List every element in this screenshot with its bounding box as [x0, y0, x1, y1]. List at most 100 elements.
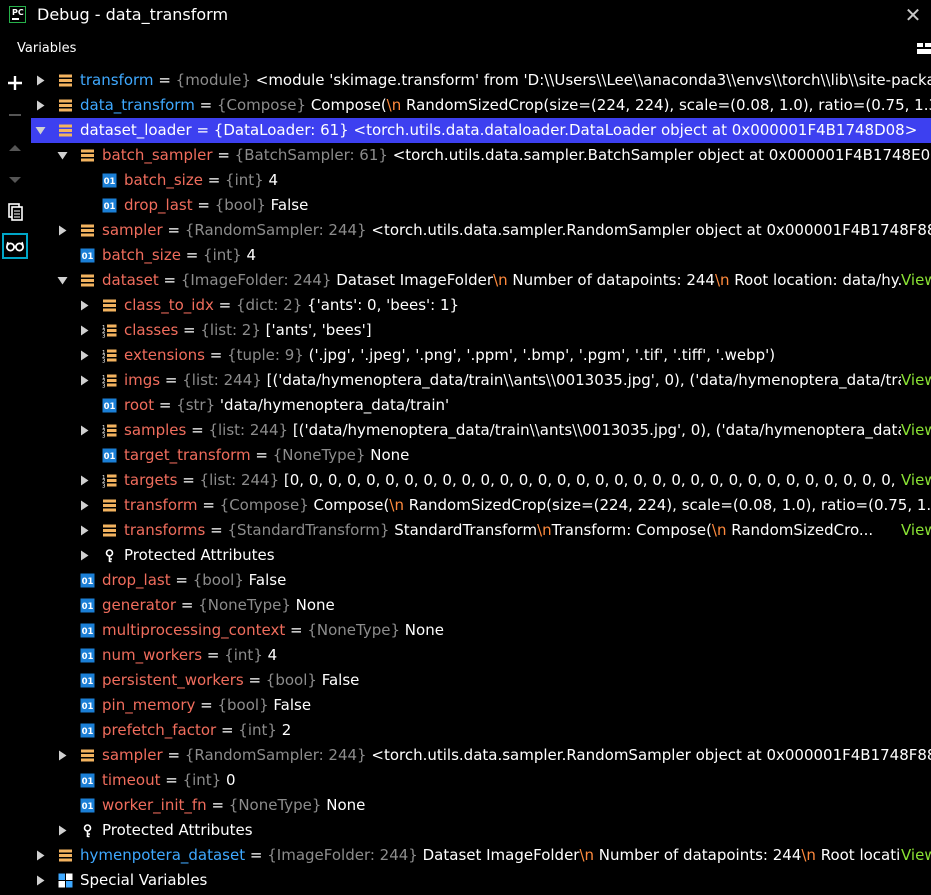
- tree-row[interactable]: dataset_loader = {DataLoader: 61} <torch…: [31, 118, 931, 143]
- svg-text:01: 01: [82, 777, 94, 787]
- tree-row[interactable]: 1 2 3 extensions = {tuple: 9} ('.jpg', '.jp…: [31, 343, 931, 368]
- expand-arrow-icon[interactable]: [57, 743, 69, 768]
- expand-arrow-icon[interactable]: [35, 868, 47, 893]
- tree-row[interactable]: 1 2 3 samples = {list: 244} [('data/hymenop…: [31, 418, 931, 443]
- variable-name: dataset_loader: [80, 121, 192, 139]
- variable-name: transforms: [124, 521, 206, 539]
- expand-arrow-icon[interactable]: [79, 493, 91, 518]
- tree-row[interactable]: 01 persistent_workers = {bool} False: [31, 668, 931, 693]
- tree-row[interactable]: Protected Attributes: [31, 818, 931, 843]
- tree-row[interactable]: batch_sampler = {BatchSampler: 61} <torc…: [31, 143, 931, 168]
- variable-value: Transform: Compose(: [551, 521, 712, 539]
- view-link[interactable]: View: [901, 418, 931, 443]
- variable-type: {bool}: [192, 571, 244, 589]
- tree-row[interactable]: transform = {Compose} Compose(\n RandomS…: [31, 493, 931, 518]
- variable-name: drop_last: [102, 571, 171, 589]
- expand-arrow-icon[interactable]: [79, 518, 91, 543]
- expand-arrow-icon[interactable]: [79, 343, 91, 368]
- expand-arrow-icon[interactable]: [57, 818, 69, 843]
- tree-row[interactable]: 01 num_workers = {int} 4: [31, 643, 931, 668]
- variable-name: dataset: [102, 271, 159, 289]
- variable-value: ['ants', 'bees']: [265, 321, 372, 339]
- remove-icon[interactable]: [4, 104, 26, 126]
- expand-arrow-icon[interactable]: [57, 218, 69, 243]
- tree-row[interactable]: sampler = {RandomSampler: 244} <torch.ut…: [31, 743, 931, 768]
- tree-row[interactable]: 1 2 3 targets = {list: 244} [0, 0, 0, 0, 0,…: [31, 468, 931, 493]
- expand-arrow-icon[interactable]: [79, 418, 91, 443]
- tree-row[interactable]: 01 multiprocessing_context = {NoneType} N…: [31, 618, 931, 643]
- close-icon[interactable]: ✕: [902, 5, 924, 27]
- variable-name: sampler: [102, 746, 163, 764]
- view-link[interactable]: View: [901, 843, 931, 868]
- expand-arrow-icon[interactable]: [79, 468, 91, 493]
- view-link[interactable]: View: [901, 268, 931, 293]
- tree-row[interactable]: class_to_idx = {dict: 2} {'ants': 0, 'be…: [31, 293, 931, 318]
- tree-row[interactable]: sampler = {RandomSampler: 244} <torch.ut…: [31, 218, 931, 243]
- tree-row[interactable]: 1 2 3 imgs = {list: 244} [('data/hymenopter…: [31, 368, 931, 393]
- view-link[interactable]: View: [901, 368, 931, 393]
- variable-type: {list: 244}: [182, 371, 262, 389]
- tree-row[interactable]: 01 pin_memory = {bool} False: [31, 693, 931, 718]
- row-content: num_workers = {int} 4: [102, 646, 278, 664]
- add-icon[interactable]: [4, 72, 26, 94]
- expand-arrow-icon[interactable]: [35, 68, 47, 93]
- tree-row[interactable]: 1 2 3 classes = {list: 2} ['ants', 'bees']: [31, 318, 931, 343]
- tree-row[interactable]: Protected Attributes: [31, 543, 931, 568]
- tree-row[interactable]: 01 generator = {NoneType} None: [31, 593, 931, 618]
- tree-row[interactable]: 01 target_transform = {NoneType} None: [31, 443, 931, 468]
- row-content: data_transform = {Compose} Compose(\n Ra…: [80, 93, 931, 118]
- tree-row[interactable]: 01 root = {str} 'data/hymenoptera_data/tr…: [31, 393, 931, 418]
- collapse-arrow-icon[interactable]: [57, 268, 69, 293]
- variable-value: <torch.utils.data.sampler.BatchSampler o…: [392, 146, 931, 164]
- row-content: batch_size = {int} 4: [124, 171, 279, 189]
- tree-row[interactable]: 01 timeout = {int} 0: [31, 768, 931, 793]
- layout-icon[interactable]: [917, 43, 931, 54]
- collapse-arrow-icon[interactable]: [57, 143, 69, 168]
- copy-icon[interactable]: [4, 201, 26, 223]
- view-link[interactable]: View: [901, 518, 931, 543]
- tree-row[interactable]: data_transform = {Compose} Compose(\n Ra…: [31, 93, 931, 118]
- expand-arrow-icon[interactable]: [79, 368, 91, 393]
- row-content: dataset_loader = {DataLoader: 61} <torch…: [80, 121, 918, 139]
- row-content: dataset = {ImageFolder: 244} Dataset Ima…: [102, 271, 912, 289]
- expand-arrow-icon[interactable]: [35, 843, 47, 868]
- up-icon[interactable]: [4, 137, 26, 159]
- variable-value: 4: [268, 171, 279, 189]
- glasses-icon[interactable]: [2, 233, 28, 259]
- tree-row[interactable]: hymenpotera_dataset = {ImageFolder: 244}…: [31, 843, 931, 868]
- variable-value: None: [404, 621, 444, 639]
- row-content: batch_sampler = {BatchSampler: 61} <torc…: [102, 143, 931, 168]
- expand-arrow-icon[interactable]: [79, 293, 91, 318]
- tree-row[interactable]: Special Variables: [31, 868, 931, 893]
- variable-icon: [80, 748, 95, 763]
- escape-sequence: \n: [711, 521, 727, 539]
- variables-tab[interactable]: Variables: [17, 41, 76, 56]
- expand-arrow-icon[interactable]: [79, 318, 91, 343]
- tree-row[interactable]: 01 prefetch_factor = {int} 2: [31, 718, 931, 743]
- down-icon[interactable]: [4, 169, 26, 191]
- variable-type: {RandomSampler: 244}: [184, 746, 367, 764]
- expand-arrow-icon[interactable]: [35, 93, 47, 118]
- collapse-arrow-icon[interactable]: [35, 118, 47, 143]
- row-content: imgs = {list: 244} [('data/hymenoptera_d…: [124, 368, 931, 393]
- variable-type: {NoneType}: [198, 596, 291, 614]
- tree-row[interactable]: 01 batch_size = {int} 4: [31, 168, 931, 193]
- tree-row[interactable]: dataset = {ImageFolder: 244} Dataset Ima…: [31, 268, 931, 293]
- variable-type: {int}: [182, 771, 222, 789]
- variable-value: <torch.utils.data.sampler.RandomSampler …: [371, 221, 931, 239]
- primitive-icon: 01: [80, 573, 95, 588]
- expand-arrow-icon[interactable]: [79, 543, 91, 568]
- tree-row[interactable]: 01 drop_last = {bool} False: [31, 568, 931, 593]
- row-content: Protected Attributes: [102, 818, 253, 843]
- variable-name: prefetch_factor: [102, 721, 217, 739]
- tree-row[interactable]: 01 batch_size = {int} 4: [31, 243, 931, 268]
- tree-row[interactable]: transform = {module} <module 'skimage.tr…: [31, 68, 931, 93]
- view-link[interactable]: View: [901, 468, 931, 493]
- tree-row[interactable]: transforms = {StandardTransform} Standar…: [31, 518, 931, 543]
- variable-value: False: [248, 571, 287, 589]
- tree-row[interactable]: 01 worker_init_fn = {NoneType} None: [31, 793, 931, 818]
- variable-value: Root locati...: [815, 846, 915, 864]
- variable-value: {'ants': 0, 'bees': 1}: [307, 296, 460, 314]
- tree-row[interactable]: 01 drop_last = {bool} False: [31, 193, 931, 218]
- escape-sequence: \n: [389, 496, 404, 514]
